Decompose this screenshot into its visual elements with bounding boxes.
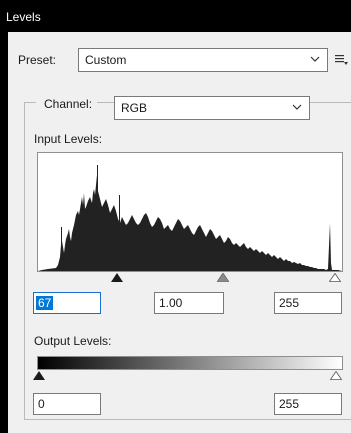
histogram-shape <box>38 175 342 271</box>
chevron-down-icon <box>292 104 302 110</box>
histogram-spike <box>97 165 98 271</box>
input-black-value: 67 <box>36 296 54 310</box>
input-black-point-slider[interactable] <box>111 273 123 282</box>
histogram <box>37 152 343 272</box>
output-black-slider[interactable] <box>33 371 45 380</box>
output-black-field[interactable]: 0 <box>33 393 101 415</box>
preset-label: Preset: <box>18 53 57 67</box>
input-white-value: 255 <box>279 296 300 310</box>
input-gamma-field[interactable]: 1.00 <box>154 292 224 314</box>
chevron-down-icon <box>310 56 320 62</box>
output-white-value: 255 <box>279 397 300 411</box>
histogram-spike <box>119 195 120 271</box>
input-gamma-value: 1.00 <box>159 296 183 310</box>
preset-options-icon[interactable] <box>334 52 348 66</box>
input-white-point-slider[interactable] <box>329 273 341 282</box>
output-levels-label: Output Levels: <box>34 334 112 348</box>
input-levels-label: Input Levels: <box>34 132 103 146</box>
output-white-slider[interactable] <box>330 371 342 380</box>
input-gamma-slider[interactable] <box>217 273 229 282</box>
title-bar: Levels <box>0 0 351 32</box>
input-black-field[interactable]: 67 <box>33 292 101 314</box>
histogram-spike <box>61 227 62 271</box>
window-title: Levels <box>6 10 41 24</box>
channel-label: Channel: <box>44 97 93 111</box>
channel-value: RGB <box>121 101 148 115</box>
preset-value: Custom <box>85 53 127 67</box>
channel-dropdown[interactable]: RGB <box>114 96 310 120</box>
input-white-field[interactable]: 255 <box>274 292 342 314</box>
channel-legend: Channel: <box>36 94 98 114</box>
output-gradient-bar <box>37 356 343 370</box>
output-white-field[interactable]: 255 <box>274 393 342 415</box>
histogram-graph <box>38 165 342 271</box>
preset-dropdown[interactable]: Custom <box>78 48 328 72</box>
output-black-value: 0 <box>38 397 45 411</box>
